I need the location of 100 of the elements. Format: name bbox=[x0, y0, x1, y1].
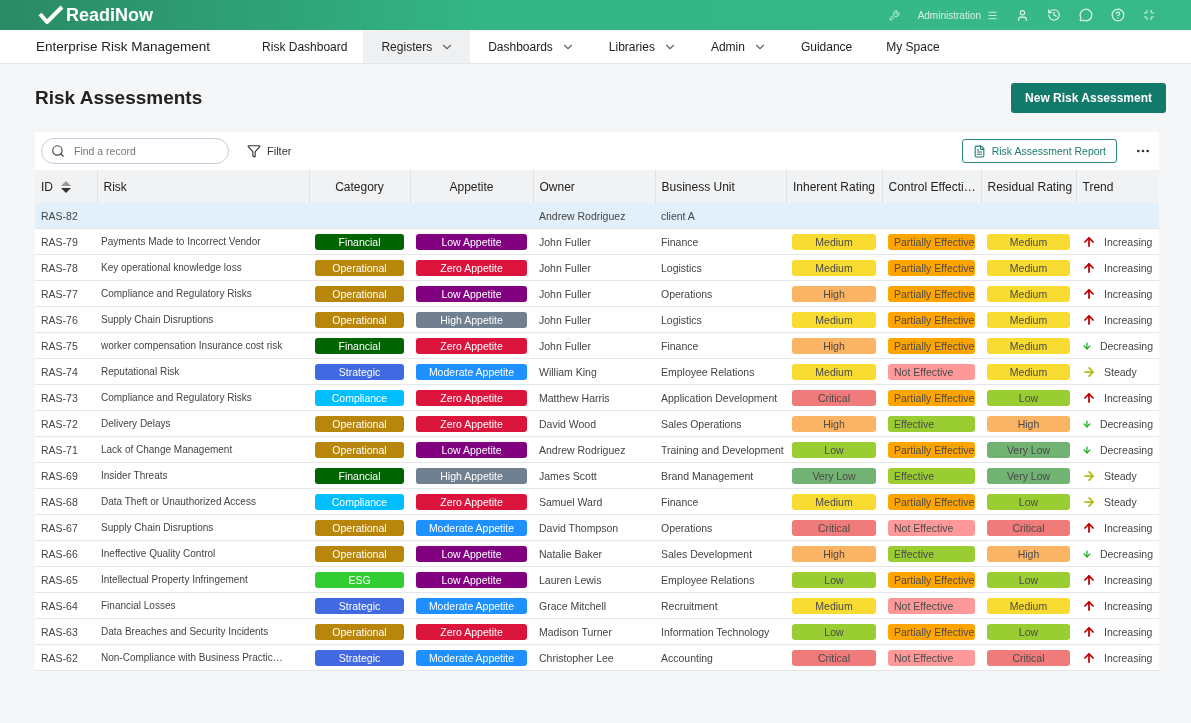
table-row[interactable]: RAS-69 Insider Threats Financial High Appetite James Scott Brand Management Very Low Effective Very Low Steady bbox=[35, 462, 1159, 489]
tag: ESG bbox=[315, 571, 404, 588]
trend-label: Increasing bbox=[1104, 261, 1153, 274]
table-cell: Recruitment bbox=[655, 592, 786, 619]
help-icon[interactable] bbox=[1111, 8, 1125, 22]
history-icon[interactable] bbox=[1047, 8, 1061, 22]
table-cell: RAS-78 bbox=[35, 254, 97, 281]
column-header[interactable]: Owner bbox=[533, 170, 655, 203]
nav-tab[interactable]: Risk Dashboard bbox=[244, 30, 364, 63]
tag: Low Appetite bbox=[416, 441, 527, 458]
table-row[interactable]: RAS-66 Ineffective Quality Control Operational Low Appetite Natalie Baker Sales Development High Effective High Decreasing bbox=[35, 540, 1159, 567]
tag: Partially Effective bbox=[888, 337, 975, 354]
table-row[interactable]: RAS-74 Reputational Risk Strategic Moderate Appetite William King Employee Relations Medium Not Effective Medium Steady bbox=[35, 358, 1159, 385]
page-title: Risk Assessments bbox=[35, 87, 203, 109]
tag: Medium bbox=[987, 597, 1070, 614]
nav-tab[interactable]: Guidance bbox=[782, 30, 869, 63]
table-cell: RAS-68 bbox=[35, 488, 97, 515]
table-cell: RAS-76 bbox=[35, 306, 97, 333]
tag: Effective bbox=[888, 415, 975, 432]
table-cell: Supply Chain Disruptions bbox=[97, 514, 309, 541]
column-header[interactable]: Inherent Rating bbox=[786, 170, 882, 203]
search-field[interactable]: Find a record bbox=[41, 138, 229, 164]
tag: Very Low bbox=[987, 467, 1070, 484]
tag: Low Appetite bbox=[416, 545, 527, 562]
tag: High Appetite bbox=[416, 311, 527, 328]
trend-label: Steady bbox=[1104, 495, 1137, 508]
table-row[interactable]: RAS-64 Financial Losses Strategic Moderate Appetite Grace Mitchell Recruitment Medium Not Effective Medium Increasing bbox=[35, 592, 1159, 619]
table-row[interactable]: RAS-77 Compliance and Regulatory Risks Operational Low Appetite John Fuller Operations High Partially Effective Medium Increasing bbox=[35, 280, 1159, 307]
trend-label: Increasing bbox=[1104, 573, 1153, 586]
column-header[interactable]: Residual Rating bbox=[981, 170, 1076, 203]
nav-tab[interactable]: Registers bbox=[363, 30, 471, 63]
tag: Critical bbox=[987, 519, 1070, 536]
table-row[interactable]: RAS-65 Intellectual Property Infringement ESG Low Appetite Lauren Lewis Employee Relations Low Partially Effective Low Increasing bbox=[35, 566, 1159, 593]
table-row[interactable]: RAS-71 Lack of Change Management Operational Low Appetite Andrew Rodriguez Training and Development Low Partially Effective Very Low Decreasing bbox=[35, 436, 1159, 463]
table-row[interactable]: RAS-67 Supply Chain Disruptions Operational Moderate Appetite David Thompson Operations Critical Not Effective Critical Increasing bbox=[35, 514, 1159, 541]
nav-tab[interactable]: My Space bbox=[868, 30, 956, 63]
column-header[interactable]: Appetite bbox=[410, 170, 533, 203]
new-risk-assessment-button[interactable]: New Risk Assessment bbox=[1011, 83, 1166, 113]
table-row[interactable]: RAS-62 Non-Compliance with Business Practic… Strategic Moderate Appetite Christopher Lee Accounting Critical Not Effective Critical Increasing bbox=[35, 644, 1159, 671]
table-cell: Samuel Ward bbox=[533, 488, 655, 515]
table-cell: Madison Turner bbox=[533, 618, 655, 645]
table-row[interactable]: RAS-68 Data Theft or Unauthorized Access Compliance Zero Appetite Samuel Ward Finance Medium Partially Effective Low Steady bbox=[35, 488, 1159, 515]
logo-text: ReadiNow bbox=[66, 4, 153, 26]
tag: High bbox=[792, 337, 876, 354]
table-cell: Intellectual Property Infringement bbox=[97, 566, 309, 593]
column-header[interactable]: Business Unit bbox=[655, 170, 786, 203]
tag: Critical bbox=[792, 389, 876, 406]
table-cell: Lauren Lewis bbox=[533, 566, 655, 593]
wrench-icon[interactable] bbox=[888, 9, 900, 21]
arrow-up-icon bbox=[1082, 520, 1096, 535]
minimize-icon[interactable] bbox=[1143, 9, 1155, 21]
table-cell: John Fuller bbox=[533, 306, 655, 333]
tag: Medium bbox=[792, 493, 876, 510]
trend-label: Steady bbox=[1104, 365, 1137, 378]
tag: Moderate Appetite bbox=[416, 519, 527, 536]
tag: Medium bbox=[987, 311, 1070, 328]
column-header[interactable]: Trend bbox=[1076, 170, 1159, 203]
tag: Critical bbox=[792, 519, 876, 536]
table-cell: Grace Mitchell bbox=[533, 592, 655, 619]
table-cell: Operations bbox=[655, 280, 786, 307]
table-row[interactable]: RAS-75 worker compensation Insurance cost risk Financial Zero Appetite John Fuller Finance High Partially Effective Medium Decreasing bbox=[35, 332, 1159, 359]
table-row[interactable]: RAS-78 Key operational knowledge loss Operational Zero Appetite John Fuller Logistics Medium Partially Effective Medium Increasing bbox=[35, 254, 1159, 281]
table-row[interactable]: RAS-72 Delivery Delays Operational Zero Appetite David Wood Sales Operations High Effective High Decreasing bbox=[35, 410, 1159, 437]
tag: Strategic bbox=[315, 597, 404, 614]
trend-label: Decreasing bbox=[1099, 417, 1153, 430]
column-header[interactable]: Risk bbox=[97, 170, 309, 203]
tag: Low bbox=[792, 623, 876, 640]
report-button[interactable]: Risk Assessment Report bbox=[961, 139, 1117, 163]
table-row[interactable]: RAS-73 Compliance and Regulatory Risks Compliance Zero Appetite Matthew Harris Application Development Critical Partially Effective Low Increasing bbox=[35, 384, 1159, 411]
table-cell: RAS-67 bbox=[35, 514, 97, 541]
chat-icon[interactable] bbox=[1079, 8, 1093, 22]
tag: Compliance bbox=[315, 493, 404, 510]
table-cell: RAS-69 bbox=[35, 462, 97, 489]
column-header[interactable]: ID bbox=[35, 170, 97, 203]
filter-button[interactable]: Filter bbox=[241, 143, 298, 159]
tag: Medium bbox=[792, 597, 876, 614]
table-cell: Data Theft or Unauthorized Access bbox=[97, 488, 309, 515]
user-icon[interactable] bbox=[1016, 8, 1029, 22]
table-row[interactable]: RAS-76 Supply Chain Disruptions Operational High Appetite John Fuller Logistics Medium Partially Effective Medium Increasing bbox=[35, 306, 1159, 333]
nav-tab[interactable]: Admin bbox=[692, 30, 783, 63]
arrow-up-icon bbox=[1082, 572, 1096, 587]
tag: Very Low bbox=[987, 441, 1070, 458]
tag: Zero Appetite bbox=[416, 623, 527, 640]
tag: Low bbox=[987, 623, 1070, 640]
tag: High bbox=[987, 545, 1070, 562]
tag: Operational bbox=[315, 623, 404, 640]
table-row[interactable]: RAS-63 Data Breaches and Security Incidents Operational Zero Appetite Madison Turner Information Technology Low Partially Effective Low Increasing bbox=[35, 618, 1159, 645]
sort-icon bbox=[61, 181, 71, 194]
tag: Operational bbox=[315, 415, 404, 432]
nav-tab[interactable]: Dashboards bbox=[470, 30, 591, 63]
arrow-up-icon bbox=[1082, 234, 1096, 249]
table-cell: RAS-73 bbox=[35, 384, 97, 411]
column-header[interactable]: Category bbox=[309, 170, 410, 203]
table-cell: worker compensation Insurance cost risk bbox=[97, 332, 309, 359]
arrow-up-icon bbox=[1082, 598, 1096, 613]
column-header[interactable]: Control Effecti… bbox=[882, 170, 981, 203]
table-row[interactable]: RAS-79 Payments Made to Incorrect Vendor Financial Low Appetite John Fuller Finance Medium Partially Effective Medium Increasing bbox=[35, 228, 1159, 255]
nav-tab[interactable]: Libraries bbox=[590, 30, 693, 63]
table-cell: Reputational Risk bbox=[97, 358, 309, 385]
arrow-up-icon bbox=[1082, 650, 1096, 665]
